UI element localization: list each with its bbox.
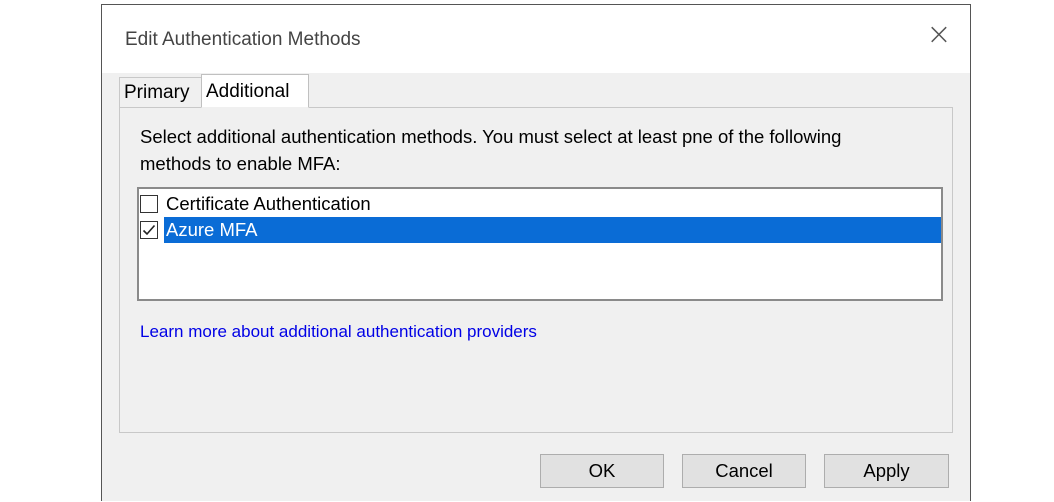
ok-button[interactable]: OK xyxy=(540,454,664,488)
close-icon: × xyxy=(926,17,952,52)
edit-authentication-methods-dialog: Edit Authentication Methods × Primary Ad… xyxy=(101,4,971,501)
checkmark-icon xyxy=(142,224,156,236)
dialog-titlebar: Edit Authentication Methods × xyxy=(102,5,970,73)
azure-mfa-checkbox[interactable] xyxy=(140,221,158,239)
apply-button[interactable]: Apply xyxy=(824,454,949,488)
tab-additional[interactable]: Additional xyxy=(201,74,309,108)
page: Edit Authentication Methods × Primary Ad… xyxy=(0,0,1054,502)
instructions-text: Select additional authentication methods… xyxy=(140,126,842,174)
additional-tab-panel: Select additional authentication methods… xyxy=(119,107,953,433)
list-item-azure-mfa[interactable]: Azure MFA xyxy=(139,217,941,243)
learn-more-link[interactable]: Learn more about additional authenticati… xyxy=(140,322,537,342)
cancel-button[interactable]: Cancel xyxy=(682,454,806,488)
list-item-label: Certificate Authentication xyxy=(166,193,371,214)
dialog-title: Edit Authentication Methods xyxy=(125,29,361,50)
authentication-methods-list[interactable]: Certificate Authentication Azure MFA xyxy=(137,187,943,301)
list-item-certificate-authentication[interactable]: Certificate Authentication xyxy=(139,191,941,217)
list-item-label: Azure MFA xyxy=(164,217,941,243)
close-button[interactable]: × xyxy=(924,20,954,51)
certificate-authentication-checkbox[interactable] xyxy=(140,195,158,213)
tab-primary[interactable]: Primary xyxy=(119,77,202,107)
